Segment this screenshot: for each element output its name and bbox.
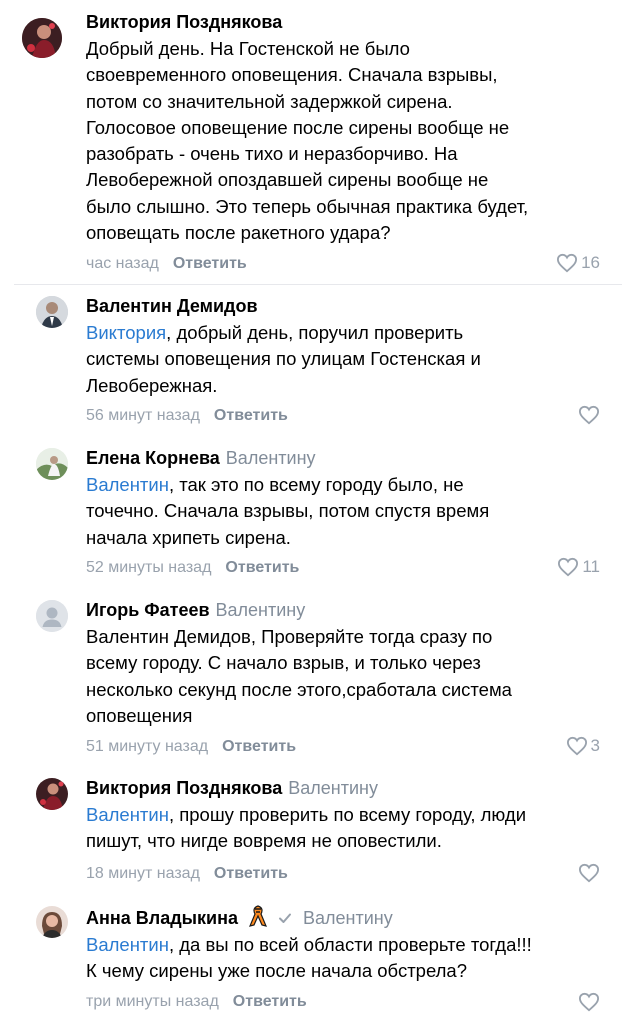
mention-link[interactable]: Виктория (86, 322, 166, 343)
comment-text-line: системы оповещения по улицам Гостенская … (86, 348, 481, 370)
comment-meta: 51 минуту назад Ответить (86, 737, 296, 757)
comment-text-line: Валентин Демидов, Проверяйте тогда сразу… (86, 626, 493, 647)
comment-text-line: пишут, что нигде вовремя не оповестили. (86, 830, 442, 852)
heart-icon (558, 557, 579, 577)
reply-to-label[interactable]: Валентину (288, 778, 378, 798)
comment-text-line: Валентин, прошу проверить по всему город… (86, 802, 526, 828)
avatar[interactable] (36, 448, 68, 480)
comment-meta: три минуты назад Ответить (86, 992, 307, 1012)
comment-meta: 56 минут назад Ответить (86, 406, 288, 426)
comment-text-line: Левобережная. (86, 374, 218, 396)
comment-text: Виктория, добрый день, поручил проверить… (86, 320, 481, 399)
comment-text-line: несколько секунд после этого,сработала с… (86, 678, 512, 700)
default-avatar-icon (36, 600, 68, 632)
mention-link[interactable]: Валентин (86, 474, 169, 495)
comment-text-line: всему городу. С начало взрыв, и только ч… (86, 652, 481, 674)
author-name[interactable]: Елена Корнева (86, 448, 220, 468)
timestamp[interactable]: 51 минуту назад (86, 738, 208, 755)
timestamp[interactable]: 18 минут назад (86, 865, 200, 882)
reply-to-label[interactable]: Валентину (226, 448, 316, 468)
author-line: Виктория Позднякова Валентину (86, 776, 378, 800)
author-line: Валентин Демидов (86, 294, 258, 318)
reply-button[interactable]: Ответить (214, 407, 288, 424)
reply-button[interactable]: Ответить (173, 255, 247, 272)
like-count: 3 (590, 736, 600, 755)
comment-text-line: потом со значительной задержкой сирена. (86, 90, 453, 112)
heart-icon (566, 736, 587, 756)
author-name[interactable]: Анна Владыкина (86, 908, 238, 928)
comment-text: Валентин, прошу проверить по всему город… (86, 802, 526, 855)
like-count: 11 (582, 557, 600, 576)
reply-to-label[interactable]: Валентину (303, 908, 393, 928)
mention-link[interactable]: Валентин (86, 934, 169, 955)
comment-text-fragment: , так это по всему городу было, не (168, 474, 464, 495)
heart-icon (578, 863, 600, 883)
author-name[interactable]: Виктория Позднякова (86, 12, 282, 32)
comment-meta: 18 минут назад Ответить (86, 864, 288, 884)
author-name[interactable]: Валентин Демидов (86, 296, 258, 316)
comment-text-fragment: , прошу проверить по всему городу, люди (168, 804, 527, 825)
comment-text: Добрый день. На Гостенской не было своев… (86, 36, 528, 246)
comment-text: Валентин, да вы по всей области проверьт… (86, 932, 532, 985)
comment-text-line: Виктория, добрый день, поручил проверить (86, 320, 481, 346)
reply-button[interactable]: Ответить (233, 993, 307, 1010)
verified-icon (278, 907, 292, 931)
mention-link[interactable]: Валентин (86, 804, 169, 825)
heart-icon (557, 253, 578, 273)
comment-text-line: оповещать после ракетного удара? (86, 222, 391, 244)
comment-text: Валентин Демидов, Проверяйте тогда сразу… (86, 624, 512, 729)
reply-to-label[interactable]: Валентину (216, 600, 306, 620)
timestamp[interactable]: 52 минуты назад (86, 559, 211, 576)
reply-button[interactable]: Ответить (225, 559, 299, 576)
heart-icon (578, 405, 600, 425)
author-name[interactable]: Виктория Позднякова (86, 778, 282, 798)
avatar[interactable] (36, 906, 68, 938)
like-button[interactable]: 11 (557, 557, 600, 577)
reply-button[interactable]: Ответить (214, 865, 288, 882)
like-button[interactable]: 16 (556, 253, 600, 273)
comment-text-line: начала хрипеть сирена. (86, 526, 291, 548)
comment-text-line: Валентин, так это по всему городу было, … (86, 472, 489, 498)
author-name[interactable]: Игорь Фатеев (86, 600, 210, 620)
timestamp[interactable]: 56 минут назад (86, 407, 200, 424)
avatar[interactable] (36, 778, 68, 810)
like-button[interactable] (578, 992, 600, 1012)
comment-text-line: Добрый день. На Гостенской не было (86, 38, 410, 59)
comment-text-fragment: , да вы по всей области проверьте тогда!… (168, 934, 532, 955)
comment-text-line: было слышно. Это теперь обычная практика… (86, 195, 529, 217)
timestamp[interactable]: три минуты назад (86, 993, 219, 1010)
author-line: Виктория Позднякова (86, 10, 282, 34)
comment-text-line: Голосовое оповещение после сирены вообще… (86, 116, 510, 138)
comment-text-line: К чему сирены уже после начала обстрела? (86, 960, 468, 982)
ribbon-icon (248, 904, 267, 934)
comment-text: Валентин, так это по всему городу было, … (86, 472, 489, 551)
author-line: Елена Корнева Валентину (86, 446, 316, 470)
timestamp[interactable]: час назад (86, 255, 159, 272)
comment-meta: час назад Ответить (86, 254, 247, 274)
comment-text-fragment: , добрый день, поручил проверить (166, 322, 464, 343)
comment-meta: 52 минуты назад Ответить (86, 558, 299, 578)
reply-button[interactable]: Ответить (222, 738, 296, 755)
like-button[interactable] (578, 863, 600, 883)
divider (14, 284, 622, 285)
author-line: Анна Владыкина Валентину (86, 904, 393, 934)
like-button[interactable] (578, 405, 600, 425)
comment-text-line: своевременного оповещения. Сначала взрыв… (86, 64, 498, 86)
like-count: 16 (581, 253, 600, 272)
comment-text-line: Валентин, да вы по всей области проверьт… (86, 932, 532, 958)
comment-text-line: разобрать - очень тихо и неразборчиво. Н… (86, 143, 458, 165)
comment-text-line: точечно. Сначала взрывы, потом спустя вр… (86, 500, 490, 522)
avatar[interactable] (36, 600, 68, 632)
heart-icon (578, 992, 600, 1012)
author-line: Игорь Фатеев Валентину (86, 598, 305, 622)
avatar[interactable] (36, 296, 68, 328)
like-button[interactable]: 3 (566, 736, 600, 756)
comment-text-line: Левобережной опоздавшей сирены вообще не (86, 169, 489, 191)
comment-text-line: оповещения (86, 704, 193, 726)
avatar[interactable] (22, 18, 62, 58)
